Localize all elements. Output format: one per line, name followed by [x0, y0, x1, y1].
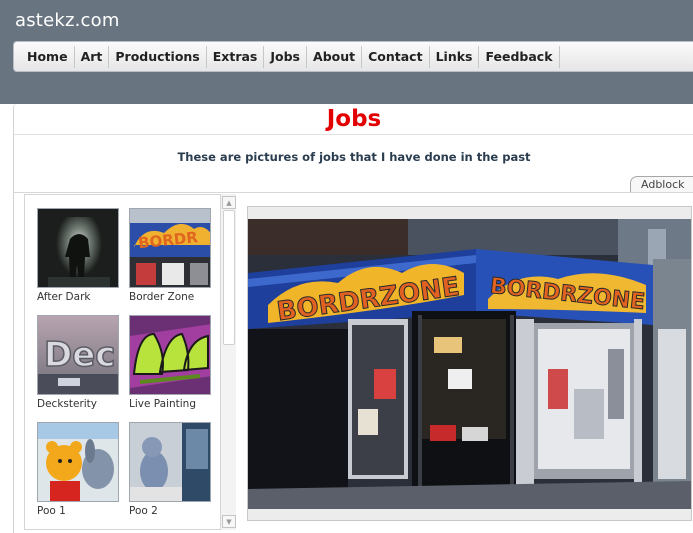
thumbnail-image[interactable]: Dec [37, 315, 119, 395]
thumbnail-label: Poo 1 [37, 505, 66, 517]
thumbnail-live-painting[interactable]: Live Painting [129, 315, 211, 410]
site-title[interactable]: astekz.com [15, 10, 120, 31]
thumbnail-border-zone[interactable]: BORDR Border Zone [129, 208, 211, 303]
thumbnail-image[interactable] [37, 422, 119, 502]
thumbnail-label: Border Zone [129, 291, 195, 303]
title-divider [14, 134, 693, 135]
content-panel: Jobs These are pictures of jobs that I h… [13, 104, 693, 533]
thumbnail-list[interactable]: After Dark BORDR Border Zone Dec Deckste… [24, 194, 236, 530]
thumbnail-image[interactable] [129, 315, 211, 395]
nav-links[interactable]: Links [430, 45, 480, 68]
thumbnail-label: Poo 2 [129, 505, 158, 517]
main-nav: Home Art Productions Extras Jobs About C… [13, 41, 693, 72]
thumbnail-decksterity[interactable]: Dec Decksterity [37, 315, 119, 410]
svg-text:Dec: Dec [44, 335, 115, 375]
thumbnail-label: Decksterity [37, 398, 98, 410]
main-photo-frame: BORDRZONE BORDRZONE [247, 206, 692, 521]
nav-extras[interactable]: Extras [207, 45, 265, 68]
nav-about[interactable]: About [307, 45, 363, 68]
thumbnail-poo-2[interactable]: Poo 2 [129, 422, 211, 517]
scrollbar-thumb[interactable] [223, 210, 235, 345]
nav-feedback[interactable]: Feedback [479, 45, 560, 68]
scroll-up-icon[interactable]: ▲ [222, 196, 236, 209]
thumbnail-image[interactable]: BORDR [129, 208, 211, 288]
content-divider [14, 192, 693, 193]
header-band: astekz.com Home Art Productions Extras J… [0, 0, 693, 104]
thumbnail-scrollbar[interactable]: ▲ ▼ [220, 194, 236, 530]
main-photo[interactable]: BORDRZONE BORDRZONE [248, 219, 691, 509]
page-subtitle: These are pictures of jobs that I have d… [177, 150, 531, 164]
nav-productions[interactable]: Productions [109, 45, 207, 68]
nav-contact[interactable]: Contact [362, 45, 430, 68]
thumbnail-image[interactable] [129, 422, 211, 502]
thumbnail-label: After Dark [37, 291, 91, 303]
thumbnail-poo-1[interactable]: Poo 1 [37, 422, 119, 517]
page-title: Jobs [326, 106, 382, 132]
nav-art[interactable]: Art [75, 45, 110, 68]
thumbnail-label: Live Painting [129, 398, 196, 410]
thumbnail-image[interactable] [37, 208, 119, 288]
nav-jobs[interactable]: Jobs [264, 45, 308, 68]
nav-home[interactable]: Home [21, 45, 75, 68]
scroll-down-icon[interactable]: ▼ [222, 515, 236, 528]
adblock-tab[interactable]: Adblock [630, 176, 693, 193]
thumbnail-after-dark[interactable]: After Dark [37, 208, 119, 303]
